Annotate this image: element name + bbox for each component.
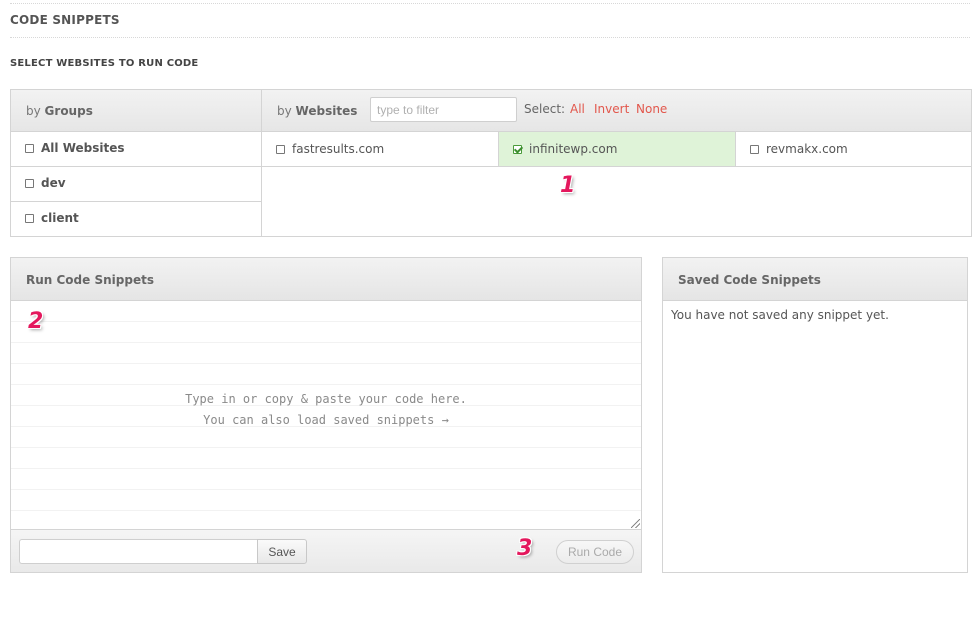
run-code-panel: Run Code Snippets Type in or copy & past… [10,257,642,573]
website-checkbox-checked[interactable] [513,145,522,154]
group-item-dev[interactable]: dev [11,167,261,202]
website-checkbox[interactable] [276,145,285,154]
saved-panel-title: Saved Code Snippets [678,273,821,287]
saved-snippets-panel: Saved Code Snippets You have not saved a… [662,257,968,573]
snippet-name-input[interactable] [19,539,257,564]
selector-header: by Groups by Websites Select: All Invert… [11,90,971,132]
run-panel-footer: Save Run Code [11,530,641,572]
website-checkbox[interactable] [750,145,759,154]
websites-header-label: Websites [295,104,358,118]
select-invert-link[interactable]: Invert [594,102,629,116]
run-panel-header: Run Code Snippets [11,258,641,301]
groups-header-label: Groups [44,104,93,118]
website-item-infinitewp[interactable]: infinitewp.com [499,132,736,167]
group-item-client[interactable]: client [11,202,261,237]
websites-header-prefix: by [277,104,292,118]
website-item-fastresults[interactable]: fastresults.com [262,132,499,167]
group-label: client [41,211,79,225]
groups-header-prefix: by [26,104,41,118]
code-placeholder-line-2: You can also load saved snippets → [203,413,449,427]
website-filter-input[interactable] [370,97,517,122]
group-checkbox[interactable] [25,214,34,223]
title-divider [10,37,970,38]
groups-header: by Groups [26,104,93,118]
select-label: Select: [524,102,566,116]
website-label: infinitewp.com [529,142,618,156]
code-placeholder-line-1: Type in or copy & paste your code here. [185,392,467,406]
run-code-button[interactable]: Run Code [556,540,634,564]
step-marker-1: 1 [560,173,576,198]
group-item-all-websites[interactable]: All Websites [11,132,261,167]
step-marker-2: 2 [28,309,44,334]
group-label: dev [41,176,66,190]
website-label: fastresults.com [292,142,385,156]
select-none-link[interactable]: None [636,102,667,116]
website-label: revmakx.com [766,142,848,156]
save-button[interactable]: Save [257,539,307,564]
group-checkbox[interactable] [25,179,34,188]
website-selector-panel: by Groups by Websites Select: All Invert… [10,89,972,237]
page-title: CODE SNIPPETS [10,13,120,27]
group-checkbox[interactable] [25,144,34,153]
saved-empty-message: You have not saved any snippet yet. [671,308,889,322]
resize-handle-icon[interactable] [631,519,640,528]
step-marker-3: 3 [517,536,533,561]
website-item-revmakx[interactable]: revmakx.com [736,132,971,167]
top-divider [10,3,970,4]
group-label: All Websites [41,141,125,155]
section-title: SELECT WEBSITES TO RUN CODE [10,58,199,69]
select-all-link[interactable]: All [570,102,585,116]
code-editor[interactable]: Type in or copy & paste your code here. … [11,301,641,530]
websites-header: by Websites [277,104,357,118]
run-panel-title: Run Code Snippets [26,273,154,287]
saved-panel-header: Saved Code Snippets [663,258,967,301]
